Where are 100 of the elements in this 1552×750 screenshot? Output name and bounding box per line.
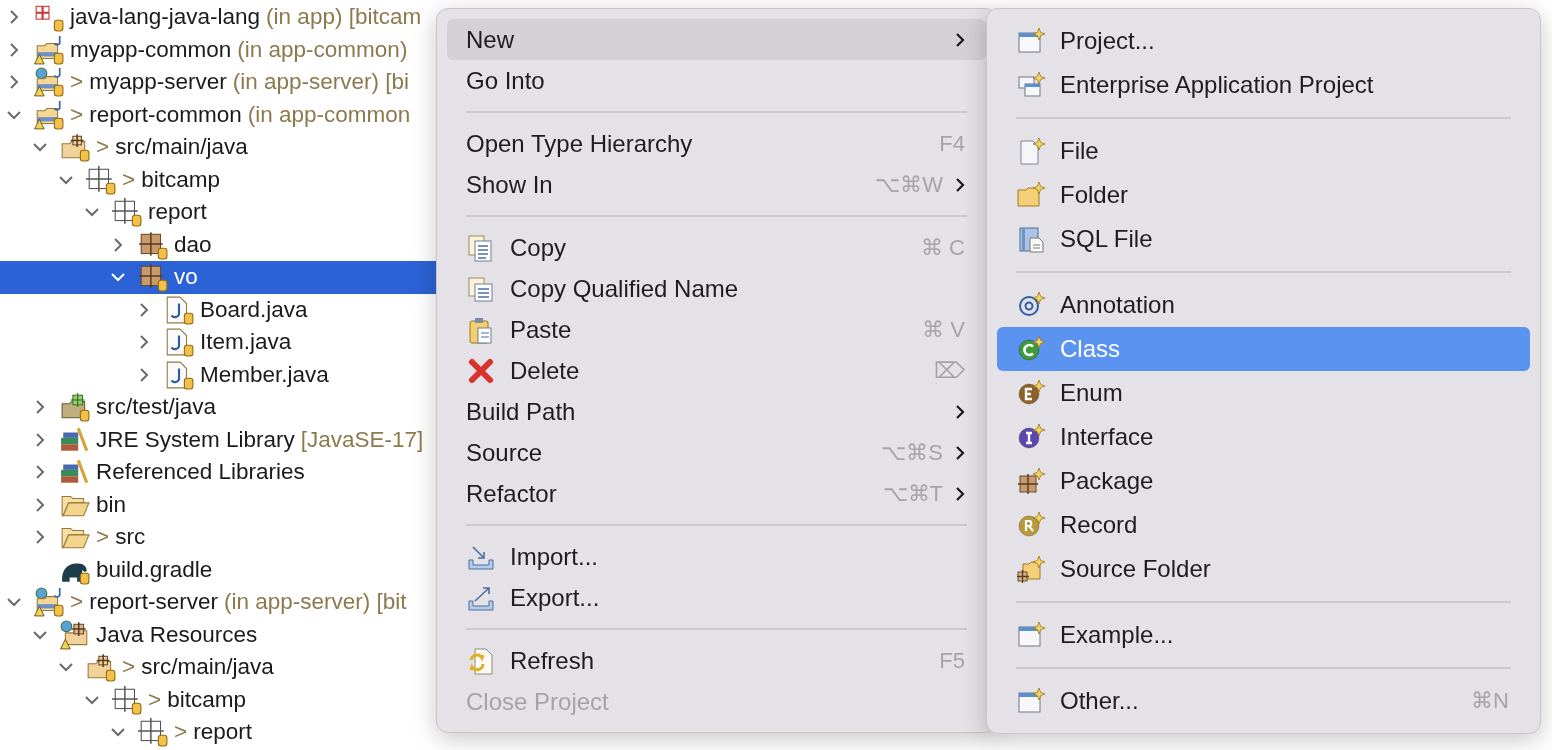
chevron-icon[interactable] bbox=[110, 271, 126, 284]
tree-row[interactable]: > src/main/java bbox=[0, 651, 436, 684]
menu-item[interactable]: Export... bbox=[447, 577, 986, 618]
change-marker: > bbox=[122, 654, 136, 681]
refresh-icon bbox=[467, 646, 495, 675]
chevron-icon[interactable] bbox=[110, 726, 126, 739]
chevron-icon[interactable] bbox=[8, 9, 20, 26]
menu-item[interactable]: Refactor ⌥⌘T bbox=[447, 473, 986, 514]
window-icon bbox=[1017, 621, 1045, 649]
shortcut-label: ⌘ V bbox=[922, 316, 965, 343]
menu-item[interactable]: Enterprise Application Project bbox=[997, 63, 1530, 107]
resources-icon bbox=[60, 619, 90, 650]
tree-row[interactable]: Member.java bbox=[0, 358, 436, 391]
item-label: myapp-common bbox=[70, 36, 232, 63]
menu-item[interactable]: Go Into bbox=[447, 60, 986, 101]
menu-item[interactable]: Source Folder bbox=[997, 547, 1530, 591]
menu-item[interactable]: Show In ⌥⌘W bbox=[447, 164, 986, 205]
tree-row[interactable]: > src bbox=[0, 521, 436, 554]
change-marker: > bbox=[70, 589, 84, 616]
menu-item[interactable]: Build Path bbox=[447, 391, 986, 432]
tree-row[interactable]: Item.java bbox=[0, 326, 436, 359]
package-icon bbox=[112, 684, 142, 715]
menu-item[interactable]: Refresh F5 bbox=[447, 640, 986, 681]
tree-row[interactable]: > bitcamp bbox=[0, 163, 436, 196]
database-file-icon bbox=[1017, 225, 1045, 253]
chevron-icon[interactable] bbox=[8, 41, 20, 58]
tree-row[interactable]: Board.java bbox=[0, 293, 436, 326]
tree-row[interactable]: myapp-common (in app-common) bbox=[0, 33, 436, 66]
chevron-icon[interactable] bbox=[34, 464, 46, 481]
shortcut-label: ⌥⌘S bbox=[881, 439, 943, 466]
chevron-icon[interactable] bbox=[8, 74, 20, 91]
tree-row[interactable]: > report-server (in app-server) [bit bbox=[0, 586, 436, 619]
chevron-icon[interactable] bbox=[112, 236, 124, 253]
item-label: src bbox=[115, 524, 146, 551]
menu-item[interactable]: Paste ⌘ V bbox=[447, 309, 986, 350]
tree-row[interactable]: dao bbox=[0, 228, 436, 261]
tree-row[interactable]: JRE System Library [JavaSE-17] bbox=[0, 423, 436, 456]
menu-item[interactable]: Package bbox=[997, 459, 1530, 503]
tree-row[interactable]: > src/main/java bbox=[0, 131, 436, 164]
menu-item[interactable]: Import... bbox=[447, 536, 986, 577]
source-folder-icon bbox=[60, 392, 90, 423]
shortcut-label: F5 bbox=[939, 647, 965, 674]
menu-item[interactable]: Example... bbox=[997, 613, 1530, 657]
menu-item[interactable]: Delete ⌦ bbox=[447, 350, 986, 391]
tree-row[interactable]: bin bbox=[0, 488, 436, 521]
clipboard-icon bbox=[467, 315, 495, 344]
chevron-icon[interactable] bbox=[32, 628, 48, 641]
chevron-icon[interactable] bbox=[34, 431, 46, 448]
item-label: Item.java bbox=[200, 329, 292, 356]
chevron-icon[interactable] bbox=[138, 334, 150, 351]
menu-item[interactable]: New bbox=[447, 19, 986, 60]
chevron-icon[interactable] bbox=[58, 661, 74, 674]
item-label: bitcamp bbox=[141, 166, 220, 193]
interface-icon bbox=[1017, 423, 1045, 451]
chevron-icon[interactable] bbox=[138, 366, 150, 383]
chevron-icon[interactable] bbox=[6, 596, 22, 609]
change-marker: > bbox=[70, 69, 84, 96]
project-icon bbox=[34, 67, 64, 98]
package-icon bbox=[138, 262, 168, 293]
tree-row[interactable]: vo bbox=[0, 261, 436, 294]
chevron-icon[interactable] bbox=[34, 496, 46, 513]
menu-item[interactable]: Annotation bbox=[997, 283, 1530, 327]
menu-item[interactable]: File bbox=[997, 129, 1530, 173]
java-file-icon bbox=[164, 359, 194, 390]
tree-row[interactable]: Referenced Libraries bbox=[0, 456, 436, 489]
tree-row[interactable]: > myapp-server (in app-server) [bi bbox=[0, 66, 436, 99]
menu-item[interactable]: Copy ⌘ C bbox=[447, 227, 986, 268]
folder-icon bbox=[1017, 181, 1045, 209]
menu-item[interactable]: Copy Qualified Name bbox=[447, 268, 986, 309]
chevron-icon[interactable] bbox=[84, 693, 100, 706]
tree-row[interactable]: > bitcamp bbox=[0, 683, 436, 716]
shortcut-label: ⌥⌘W bbox=[875, 171, 943, 198]
chevron-icon[interactable] bbox=[34, 399, 46, 416]
tree-row[interactable]: java-lang-java-lang (in app) [bitcam bbox=[0, 1, 436, 34]
menu-item[interactable]: Interface bbox=[997, 415, 1530, 459]
chevron-icon[interactable] bbox=[32, 141, 48, 154]
tree-row[interactable]: > report bbox=[0, 716, 436, 749]
tree-row[interactable]: src/test/java bbox=[0, 391, 436, 424]
menu-item[interactable]: Record bbox=[997, 503, 1530, 547]
chevron-icon[interactable] bbox=[6, 108, 22, 121]
menu-item[interactable]: Open Type Hierarchy F4 bbox=[447, 123, 986, 164]
menu-item[interactable]: Folder bbox=[997, 173, 1530, 217]
shortcut-label: F4 bbox=[939, 130, 965, 157]
record-icon bbox=[1017, 511, 1045, 539]
chevron-icon[interactable] bbox=[84, 206, 100, 219]
menu-item[interactable]: SQL File bbox=[997, 217, 1530, 261]
chevron-icon[interactable] bbox=[58, 173, 74, 186]
java-file-icon bbox=[164, 294, 194, 325]
chevron-icon[interactable] bbox=[34, 529, 46, 546]
change-marker: > bbox=[96, 524, 110, 551]
tree-row[interactable]: > report-common (in app-common bbox=[0, 98, 436, 131]
item-label: build.gradle bbox=[96, 556, 213, 583]
menu-item[interactable]: Other... ⌘N bbox=[997, 679, 1530, 723]
menu-item[interactable]: Project... bbox=[997, 19, 1530, 63]
chevron-icon[interactable] bbox=[138, 301, 150, 318]
menu-item[interactable]: Source ⌥⌘S bbox=[447, 432, 986, 473]
tree-row[interactable]: Java Resources bbox=[0, 618, 436, 651]
tree-row[interactable]: report bbox=[0, 196, 436, 229]
tree-row[interactable]: build.gradle bbox=[0, 553, 436, 586]
menu-item[interactable]: Enum bbox=[997, 371, 1530, 415]
